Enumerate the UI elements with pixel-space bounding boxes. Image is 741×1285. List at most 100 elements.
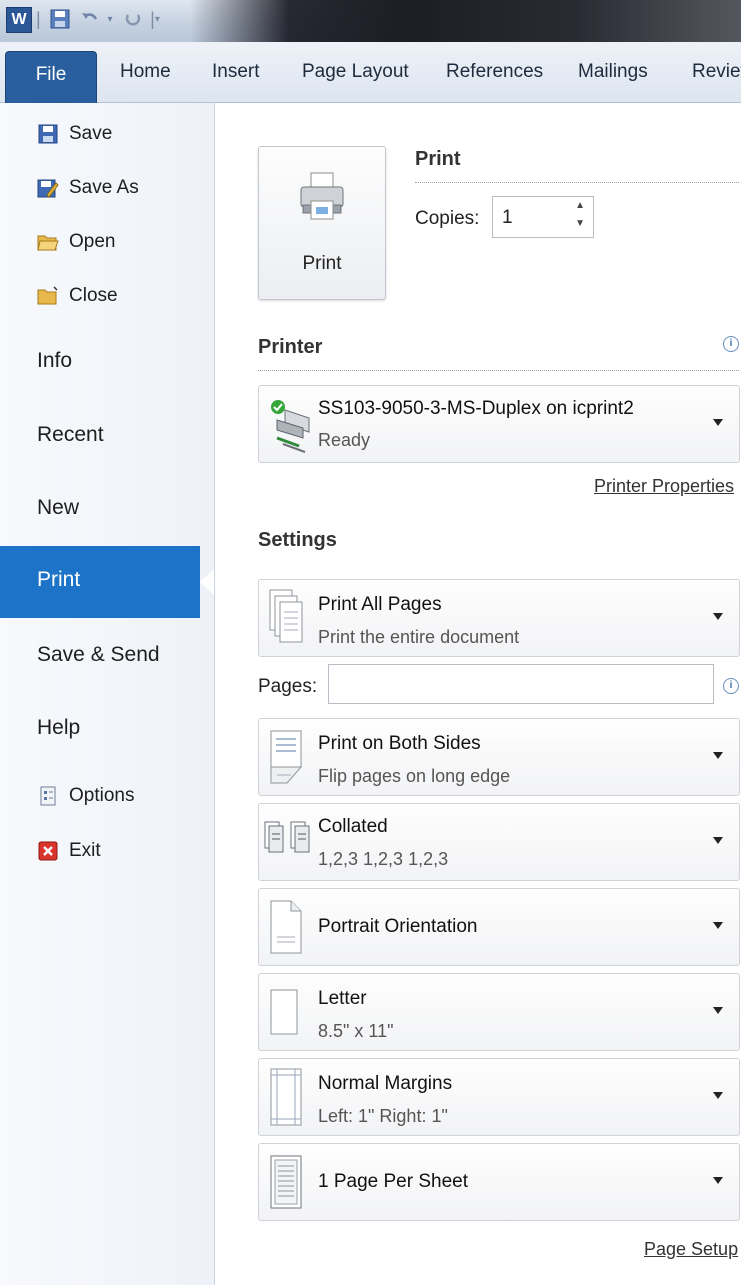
title-bar: W | ▾ | ▾ — [0, 0, 741, 42]
margins-main: Normal Margins — [318, 1073, 453, 1094]
undo-icon[interactable] — [78, 6, 102, 32]
tab-page-layout[interactable]: Page Layout — [302, 42, 409, 102]
chevron-down-icon — [713, 922, 723, 929]
settings-section-title: Settings — [258, 529, 337, 551]
orientation-main: Portrait Orientation — [318, 916, 478, 937]
print-range-main: Print All Pages — [318, 594, 442, 615]
nav-exit-label: Exit — [69, 840, 101, 861]
collation-sub: 1,2,3 1,2,3 1,2,3 — [318, 849, 449, 869]
title-bar-background — [190, 0, 741, 42]
nav-save-as[interactable]: Save As — [37, 173, 139, 203]
page-per-sheet-icon — [269, 1154, 303, 1215]
pages-per-sheet-dropdown[interactable]: 1 Page Per Sheet — [258, 1143, 740, 1221]
copies-label: Copies: — [415, 208, 480, 229]
print-divider — [415, 182, 739, 183]
paper-size-dropdown[interactable]: Letter 8.5" x 11" — [258, 973, 740, 1051]
nav-save-label: Save — [69, 123, 113, 144]
collated-icon — [263, 820, 315, 859]
backstage-nav: Save Save As Open Close Info Recent New … — [0, 103, 215, 1285]
pages-stack-icon — [269, 588, 305, 651]
tab-references[interactable]: References — [446, 42, 543, 102]
chevron-down-icon — [713, 1092, 723, 1099]
copies-value: 1 — [502, 207, 513, 228]
save-icon[interactable] — [48, 6, 72, 32]
print-button-label: Print — [302, 253, 342, 274]
both-sides-icon — [269, 729, 305, 790]
pages-input[interactable] — [328, 664, 714, 704]
word-app-icon[interactable]: W — [6, 7, 32, 33]
margins-sub: Left: 1" Right: 1" — [318, 1106, 448, 1126]
paper-size-main: Letter — [318, 988, 367, 1009]
page-setup-link[interactable]: Page Setup — [644, 1239, 738, 1260]
tab-home[interactable]: Home — [120, 42, 171, 102]
repeat-icon[interactable] — [122, 6, 144, 32]
chevron-down-icon — [713, 419, 723, 426]
collation-dropdown[interactable]: Collated 1,2,3 1,2,3 1,2,3 — [258, 803, 740, 881]
printer-properties-link[interactable]: Printer Properties — [594, 476, 734, 497]
printer-status: Ready — [318, 430, 371, 450]
tab-mailings[interactable]: Mailings — [578, 42, 648, 102]
copies-down-arrow-icon[interactable]: ▼ — [575, 218, 585, 229]
undo-dropdown-icon[interactable]: ▾ — [104, 6, 116, 32]
exit-icon — [37, 840, 59, 862]
printer-info-icon[interactable]: i — [723, 336, 739, 352]
nav-options-label: Options — [69, 785, 135, 806]
nav-help[interactable]: Help — [37, 716, 80, 740]
qat-separator: | — [36, 8, 41, 29]
nav-save-as-label: Save As — [69, 177, 139, 198]
margins-icon — [269, 1067, 303, 1132]
chevron-down-icon — [713, 837, 723, 844]
nav-open-label: Open — [69, 231, 116, 252]
copies-spinner[interactable]: 1 ▲ ▼ — [492, 196, 594, 238]
printer-divider — [258, 370, 739, 371]
nav-exit[interactable]: Exit — [37, 836, 101, 866]
duplex-sub: Flip pages on long edge — [318, 766, 511, 786]
nav-info[interactable]: Info — [37, 349, 72, 373]
print-section-title: Print — [415, 148, 461, 170]
tab-review[interactable]: Review — [692, 42, 741, 102]
chevron-down-icon — [713, 752, 723, 759]
printer-section-title: Printer — [258, 336, 323, 358]
nav-close[interactable]: Close — [37, 281, 118, 311]
nav-options[interactable]: Options — [37, 781, 134, 811]
print-range-dropdown[interactable]: Print All Pages Print the entire documen… — [258, 579, 740, 657]
duplex-dropdown[interactable]: Print on Both Sides Flip pages on long e… — [258, 718, 740, 796]
ribbon-tabs: File Home Insert Page Layout References … — [0, 42, 741, 104]
nav-print-label: Print — [37, 568, 81, 591]
nav-print[interactable]: Print — [0, 546, 214, 618]
letter-page-icon — [269, 988, 299, 1041]
save-icon — [37, 123, 59, 145]
duplex-main: Print on Both Sides — [318, 733, 481, 754]
network-printer-icon — [269, 398, 313, 459]
nav-open[interactable]: Open — [37, 227, 115, 257]
chevron-down-icon — [713, 1177, 723, 1184]
pages-per-sheet-main: 1 Page Per Sheet — [318, 1171, 468, 1192]
margins-dropdown[interactable]: Normal Margins Left: 1" Right: 1" — [258, 1058, 740, 1136]
qat-customize-icon[interactable]: | ▾ — [148, 6, 162, 32]
copies-up-arrow-icon[interactable]: ▲ — [575, 200, 585, 211]
print-button[interactable]: Print — [258, 146, 386, 300]
tab-insert[interactable]: Insert — [212, 42, 260, 102]
print-range-sub: Print the entire document — [318, 627, 520, 647]
nav-new[interactable]: New — [37, 496, 79, 520]
portrait-page-icon — [269, 899, 303, 960]
printer-icon — [299, 171, 345, 226]
save-as-icon — [37, 177, 59, 199]
pages-info-icon[interactable]: i — [723, 678, 739, 694]
chevron-down-icon — [713, 613, 723, 620]
collation-main: Collated — [318, 816, 388, 837]
close-folder-icon — [37, 285, 59, 307]
printer-name: SS103-9050-3-MS-Duplex on icprint2 — [318, 398, 634, 419]
orientation-dropdown[interactable]: Portrait Orientation — [258, 888, 740, 966]
nav-close-label: Close — [69, 285, 118, 306]
nav-save[interactable]: Save — [37, 119, 112, 149]
pages-label: Pages: — [258, 676, 318, 697]
options-icon — [37, 785, 59, 807]
paper-size-sub: 8.5" x 11" — [318, 1021, 394, 1041]
open-folder-icon — [37, 231, 59, 253]
nav-recent[interactable]: Recent — [37, 423, 104, 447]
chevron-down-icon — [713, 1007, 723, 1014]
printer-dropdown[interactable]: SS103-9050-3-MS-Duplex on icprint2 Ready — [258, 385, 740, 463]
tab-file[interactable]: File — [5, 51, 97, 104]
nav-save-send[interactable]: Save & Send — [37, 643, 160, 667]
